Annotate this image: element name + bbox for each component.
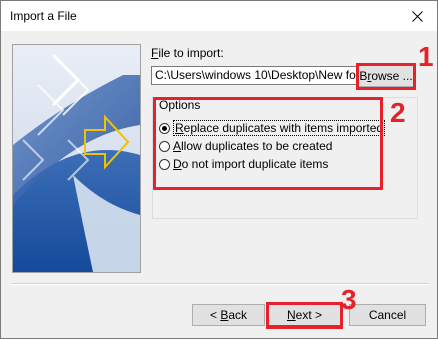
next-button[interactable]: Next >	[268, 304, 341, 326]
radio-button[interactable]	[159, 140, 170, 152]
cancel-button[interactable]: Cancel	[349, 304, 426, 326]
import-file-dialog: Import a File File to import: C:\Users\w…	[0, 0, 438, 339]
radio-allow-duplicates[interactable]: Allow duplicates to be created	[159, 138, 332, 154]
back-button[interactable]: < Back	[192, 304, 265, 326]
file-to-import-label: File to import:	[151, 46, 224, 60]
dialog-body: File to import: C:\Users\windows 10\Desk…	[1, 31, 437, 338]
annotation-badge-2: 2	[390, 97, 406, 128]
dialog-title: Import a File	[10, 9, 77, 23]
annotation-badge-3: 3	[341, 284, 357, 315]
file-path-input[interactable]: C:\Users\windows 10\Desktop\New fo	[151, 66, 359, 85]
browse-button[interactable]: Br owse ...	[358, 65, 414, 87]
radio-do-not-import-duplicates[interactable]: Do not import duplicate items	[159, 156, 328, 172]
title-bar: Import a File	[1, 1, 437, 31]
options-group-title: Options	[159, 98, 203, 112]
radio-replace-duplicates[interactable]: Replace duplicates with items imported	[159, 120, 386, 136]
close-button[interactable]	[397, 1, 437, 31]
radio-button-selected[interactable]	[159, 122, 170, 134]
radio-button[interactable]	[159, 158, 170, 170]
close-icon	[411, 10, 423, 22]
import-wizard-art	[12, 44, 141, 273]
footer-separator	[12, 283, 429, 285]
annotation-badge-1: 1	[418, 41, 434, 72]
